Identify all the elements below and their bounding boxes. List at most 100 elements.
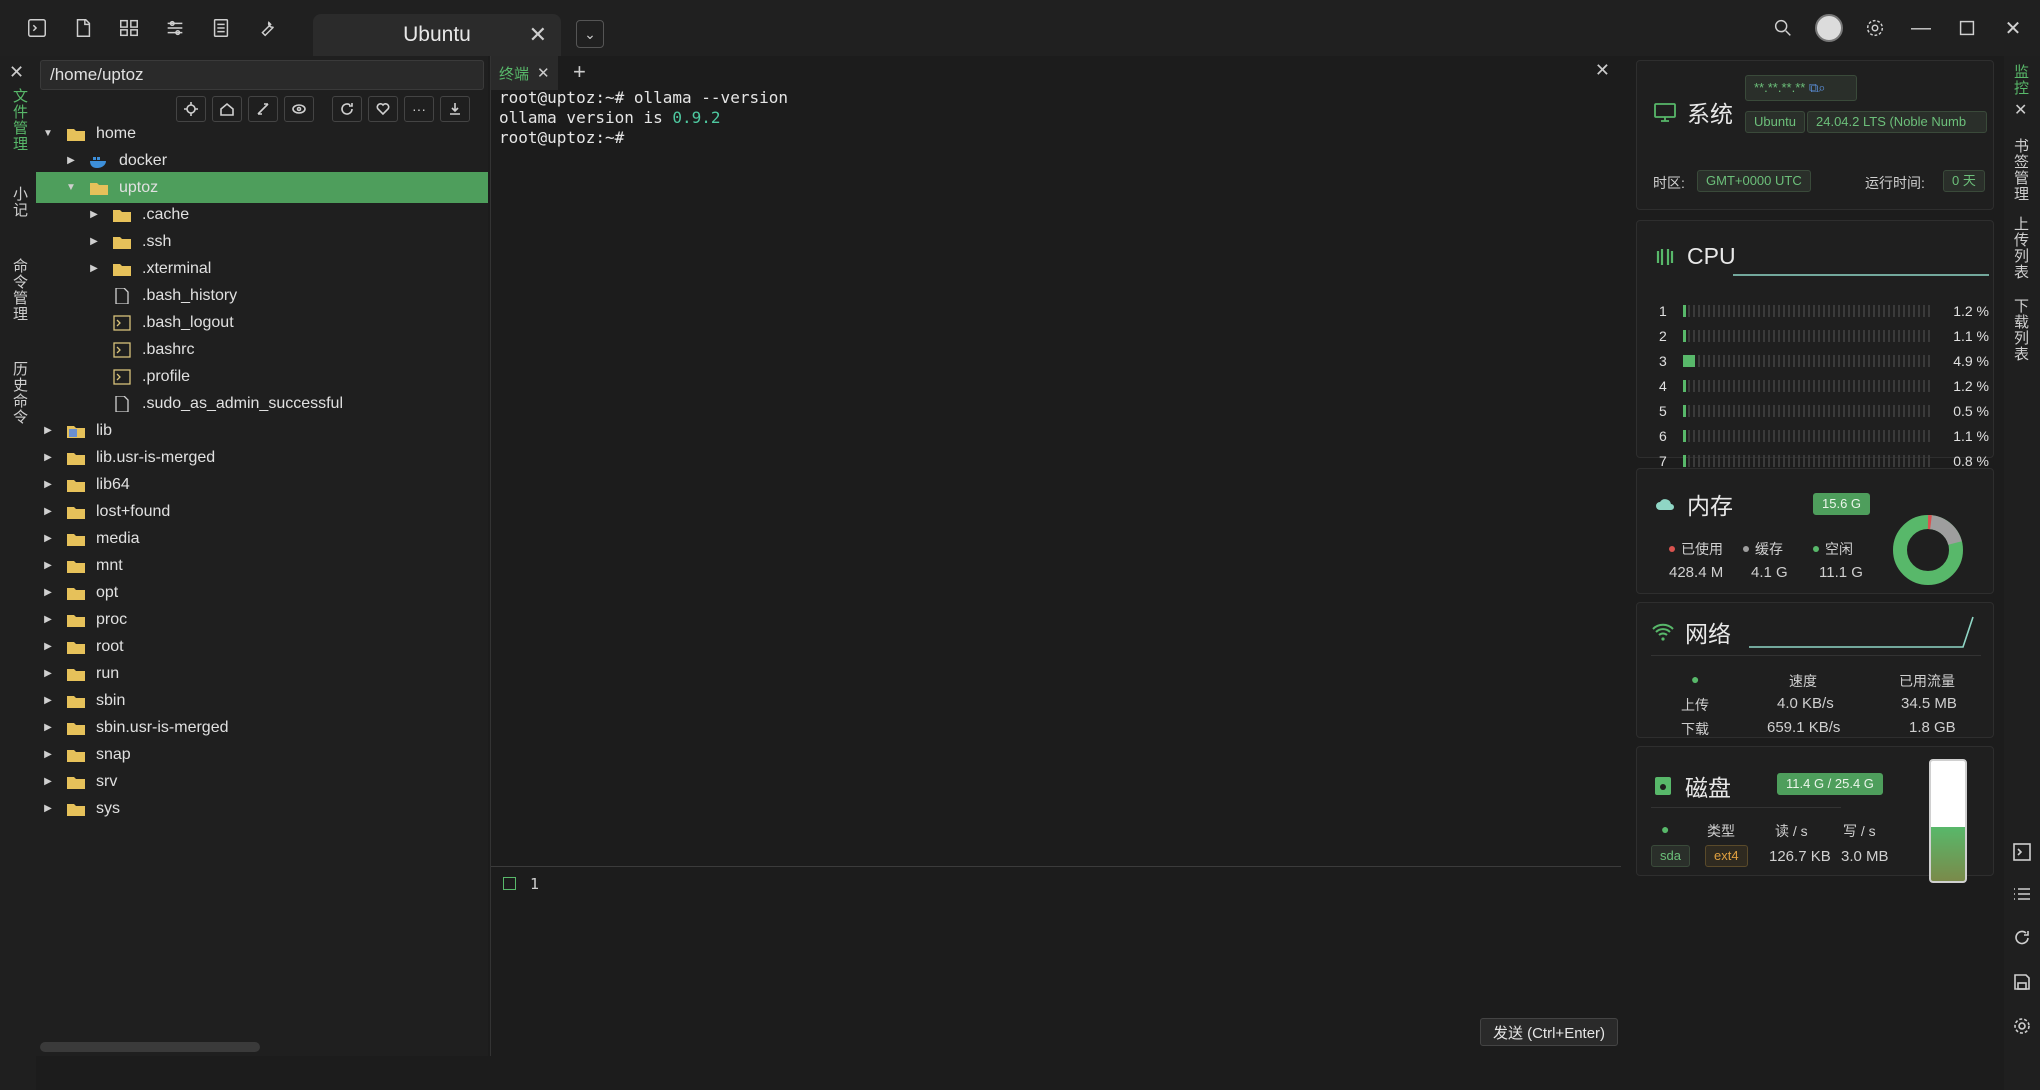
new-terminal-icon[interactable]: +: [573, 59, 586, 85]
caret-right-icon[interactable]: ▶: [42, 479, 54, 490]
terminal-line: root@uptoz:~#: [499, 128, 625, 147]
rail-tab-uploads[interactable]: 上传列表: [2010, 216, 2031, 280]
mem-used-label: 已使用: [1669, 539, 1723, 559]
speed-header: 速度: [1789, 673, 1817, 689]
tree-item-label: media: [96, 529, 140, 547]
caret-right-icon[interactable]: ▶: [42, 560, 54, 571]
caret-right-icon[interactable]: ▶: [42, 641, 54, 652]
tree-item-label: sbin.usr-is-merged: [96, 718, 229, 736]
caret-right-icon[interactable]: ▶: [88, 263, 100, 274]
fs-badge: ext4: [1705, 845, 1748, 867]
caret-down-icon[interactable]: ▼: [42, 128, 54, 139]
tree-item-label: snap: [96, 745, 131, 763]
folder-icon: [112, 207, 132, 222]
folder-icon: [66, 639, 86, 654]
caret-right-icon[interactable]: ▶: [88, 236, 100, 247]
close-tab-icon[interactable]: ✕: [529, 22, 547, 48]
close-monitor-icon[interactable]: ✕: [2014, 100, 2027, 120]
terminal-icon[interactable]: [2012, 842, 2032, 862]
caret-right-icon[interactable]: ▶: [42, 776, 54, 787]
caret-right-icon[interactable]: ▶: [42, 425, 54, 436]
ip-badge[interactable]: **.**.**.** ⧉⌕: [1745, 75, 1857, 101]
rail-tab-notes[interactable]: 小记: [6, 186, 30, 218]
caret-down-icon[interactable]: ▼: [65, 182, 77, 193]
caret-right-icon[interactable]: ▶: [42, 506, 54, 517]
caret-right-icon[interactable]: ▶: [42, 614, 54, 625]
rail-tab-history[interactable]: 历史命令: [6, 361, 30, 425]
cpu-core-pct: 1.2 %: [1953, 303, 1989, 319]
right-rail: 监控 ✕ 书签管理 上传列表 下载列表: [2004, 56, 2040, 1090]
used-dot: [1669, 546, 1675, 552]
file-icon: [112, 287, 132, 305]
terminal-toggle-icon[interactable]: [14, 0, 60, 56]
path-input[interactable]: /home/uptoz: [40, 60, 484, 90]
avatar[interactable]: [1806, 0, 1852, 56]
caret-right-icon[interactable]: ▶: [42, 749, 54, 760]
save-icon[interactable]: [2012, 972, 2032, 992]
terminal-tab[interactable]: 终端 ✕: [491, 56, 558, 90]
monitor-panel: 系统 **.**.**.** ⧉⌕ Ubuntu 24.04.2 LTS (No…: [1630, 56, 2002, 1056]
rail-tab-bookmarks[interactable]: 书签管理: [2010, 138, 2031, 202]
gear-icon[interactable]: [1852, 0, 1898, 56]
terminal-small-icon: [503, 877, 516, 890]
reload-icon[interactable]: [2012, 928, 2032, 948]
caret-right-icon[interactable]: ▶: [42, 587, 54, 598]
close-terminal-icon[interactable]: ✕: [1595, 60, 1610, 81]
layout-icon[interactable]: [106, 0, 152, 56]
disk-write-value: 3.0 MB: [1841, 848, 1889, 865]
memory-total-badge: 15.6 G: [1813, 493, 1871, 515]
traffic-header: 已用流量: [1899, 673, 1955, 689]
disk-usage-badge: 11.4 G / 25.4 G: [1777, 773, 1883, 795]
document-icon[interactable]: [60, 0, 106, 56]
caret-right-icon[interactable]: ▶: [42, 722, 54, 733]
caret-right-icon[interactable]: ▶: [42, 533, 54, 544]
cloud-icon: [1656, 499, 1674, 510]
caret-right-icon[interactable]: ▶: [42, 668, 54, 679]
cpu-core-fill: [1683, 430, 1686, 442]
rail-tab-downloads[interactable]: 下载列表: [2010, 298, 2031, 362]
caret-right-icon[interactable]: ▶: [42, 695, 54, 706]
cpu-core-pct: 0.5 %: [1953, 403, 1989, 419]
wifi-icon: [1652, 623, 1674, 641]
terminal-tab-label: 终端: [499, 65, 530, 83]
folder-icon: [66, 450, 86, 465]
wrench-icon[interactable]: [244, 0, 290, 56]
caret-right-icon[interactable]: ▶: [88, 209, 100, 220]
rail-tab-files[interactable]: 文件管理: [6, 88, 30, 152]
cache-dot: [1743, 546, 1749, 552]
settings-icon[interactable]: [2012, 1016, 2032, 1036]
memory-card: 内存 15.6 G 已使用 缓存 空闲 428.4 M 4.1 G 11.1 G: [1636, 468, 1994, 594]
tab-ubuntu[interactable]: Ubuntu ✕: [313, 14, 561, 56]
sliders-icon[interactable]: [152, 0, 198, 56]
cpu-core-pct: 4.9 %: [1953, 353, 1989, 369]
terminal-pane[interactable]: 终端 ✕ + ✕ root@uptoz:~# ollama --version …: [490, 56, 1621, 1056]
command-input-area[interactable]: 1: [491, 866, 1621, 1056]
list-view-icon[interactable]: [2012, 884, 2032, 904]
caret-right-icon[interactable]: ▶: [42, 452, 54, 463]
rail-tab-monitor[interactable]: 监控: [2010, 64, 2031, 96]
tree-row[interactable]: ▶ sys: [36, 793, 488, 824]
maximize-icon[interactable]: [1944, 0, 1990, 56]
rail-tab-commands[interactable]: 命令管理: [6, 258, 30, 322]
tree-item-label: root: [96, 637, 124, 655]
chevron-down-icon[interactable]: ⌄: [576, 20, 604, 48]
monitor-icon: [1654, 103, 1676, 122]
download-speed: 659.1 KB/s: [1767, 719, 1841, 736]
line-number: 1: [503, 875, 539, 893]
close-icon[interactable]: ✕: [1990, 0, 2036, 56]
close-panel-icon[interactable]: ✕: [9, 62, 24, 83]
cpu-core-fill: [1683, 305, 1686, 317]
terminal-file-icon: [112, 342, 132, 358]
caret-right-icon[interactable]: ▶: [42, 803, 54, 814]
list-icon[interactable]: [198, 0, 244, 56]
horizontal-scrollbar[interactable]: [40, 1042, 260, 1052]
caret-right-icon[interactable]: ▶: [65, 155, 77, 166]
minimize-icon[interactable]: —: [1898, 0, 1944, 56]
folder-icon: [66, 693, 86, 708]
send-button[interactable]: 发送 (Ctrl+Enter): [1480, 1018, 1618, 1046]
close-terminal-tab-icon[interactable]: ✕: [537, 64, 550, 82]
search-icon[interactable]: [1760, 0, 1806, 56]
cpu-core-pct: 1.1 %: [1953, 428, 1989, 444]
tree-item-label: run: [96, 664, 120, 682]
cpu-core-id: 1: [1659, 303, 1667, 319]
